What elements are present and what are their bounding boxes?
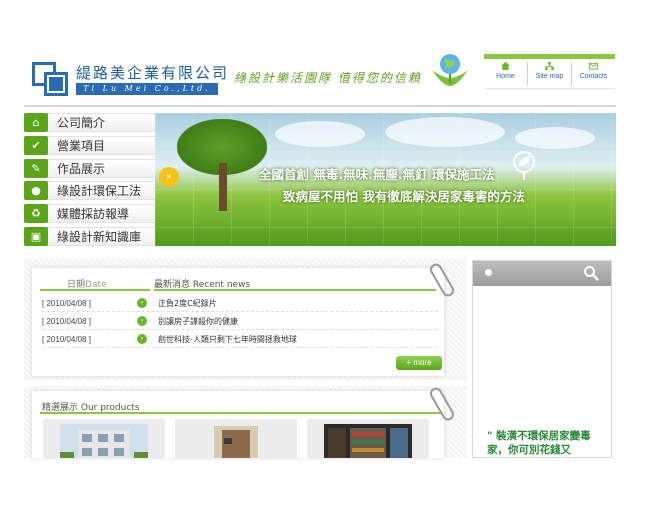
main-menu: ⌂ 公司簡介 ✔ 營業項目 ✎ 作品展示 ● 綠設計環保工法 ♻ 媒體採訪報導 … [24, 113, 171, 250]
menu-item-label: 綠設計環保工法 [57, 184, 142, 199]
products-panel: 精選展示 Our products [24, 385, 466, 458]
hero-banner: » 全國首創 無毒.無味.無塵.無釘 環保施工法 致病屋不用怕 我有徹底解決居家… [155, 113, 616, 246]
menu-item-about[interactable]: ⌂ 公司簡介 [24, 113, 171, 132]
globe-leaf-icon [432, 54, 468, 86]
menu-item-portfolio[interactable]: ✎ 作品展示 [24, 158, 171, 178]
news-row[interactable]: [ 2010/04/08 ] › 創世科技-人類只剩下七年時間拯救地球 [42, 331, 438, 348]
news-row[interactable]: [ 2010/04/08 ] › 正負2度C紀錄片 [42, 295, 438, 312]
sitemap-icon [545, 62, 554, 70]
mail-icon [589, 62, 598, 70]
banner-subheadline: 致病屋不用怕 我有徹底解決居家毒害的方法 [283, 189, 525, 204]
topnav-home-label: Home [496, 73, 515, 80]
shelf-image [324, 424, 412, 458]
menu-item-knowledge[interactable]: ▣ 綠設計新知識庫 [24, 226, 171, 246]
building-image [60, 424, 148, 458]
sidebar-promo-text[interactable]: " 裝潢不環保居家變毒家，你可別花錢又 [487, 429, 607, 457]
topnav-sitemap-label: Site map [535, 73, 564, 80]
check-icon: ✔ [24, 135, 48, 155]
products-underline [40, 412, 442, 414]
menu-item-label: 作品展示 [57, 161, 106, 176]
eco-leaf-icon [513, 151, 535, 180]
header-divider [24, 105, 616, 107]
search-icon[interactable] [583, 265, 599, 281]
news-date: [ 2010/04/08 ] [42, 335, 91, 344]
company-name: 緹路美企業有限公司 [76, 64, 230, 82]
lock-icon: ▣ [24, 226, 48, 246]
menu-item-green-methods[interactable]: ● 綠設計環保工法 [24, 181, 171, 201]
news-title-link[interactable]: 正負2度C紀錄片 [158, 298, 217, 309]
banner-headline: 全國首創 無毒.無味.無塵.無釘 環保施工法 [259, 167, 495, 182]
product-thumbnail[interactable] [43, 419, 165, 458]
news-row[interactable]: [ 2010/04/08 ] › 別讓房子謀殺你的健康 [42, 313, 438, 330]
topnav-divider [484, 88, 615, 89]
sidebar-panel: " 裝潢不環保居家變毒家，你可別花錢又 [472, 260, 612, 458]
topnav-accent-bar [484, 54, 615, 59]
bullet-arrow-icon: › [137, 316, 147, 326]
product-thumbnail[interactable] [307, 419, 429, 458]
wrench-icon: ✎ [24, 158, 48, 178]
menu-item-media[interactable]: ♻ 媒體採訪報導 [24, 204, 171, 224]
topnav-home[interactable]: Home [484, 62, 528, 86]
news-title-underline [154, 289, 436, 291]
news-panel: 日期Date 最新消息 Recent news [ 2010/04/08 ] ›… [24, 258, 466, 380]
topnav-sitemap[interactable]: Site map [528, 62, 572, 86]
company-english-name: Ti Lu Mei Co.,Ltd. [76, 83, 218, 95]
topnav-contacts-label: Contacts [579, 73, 608, 80]
products-card: 精選展示 Our products [32, 391, 444, 458]
news-date: [ 2010/04/08 ] [42, 317, 91, 326]
home-icon [501, 62, 510, 70]
menu-item-label: 營業項目 [57, 138, 106, 153]
news-date: [ 2010/04/08 ] [42, 299, 91, 308]
news-title-link[interactable]: 別讓房子謀殺你的健康 [158, 316, 238, 327]
menu-item-label: 綠設計新知識庫 [57, 229, 142, 244]
more-news-button[interactable]: + more [396, 356, 442, 370]
sun-icon[interactable]: » [159, 167, 179, 187]
tree-trunk [219, 163, 227, 211]
bullet-arrow-icon: › [137, 334, 147, 344]
sidebar-bullet-icon [485, 269, 492, 276]
news-date-underline [40, 289, 150, 291]
top-navigation: Home Site map Contacts [484, 62, 615, 86]
topnav-contacts[interactable]: Contacts [572, 62, 615, 86]
product-thumbnail[interactable] [175, 419, 297, 458]
slogan-reflection: 綠設計樂活園隊 值得您的信賴 [234, 78, 422, 85]
person-icon: ● [24, 181, 48, 201]
interior-image [192, 424, 280, 458]
news-card: 日期Date 最新消息 Recent news [ 2010/04/08 ] ›… [32, 268, 444, 376]
recycle-icon: ♻ [24, 204, 48, 224]
menu-item-label: 公司簡介 [57, 116, 106, 130]
company-logo[interactable] [32, 62, 70, 96]
home-icon: ⌂ [24, 113, 48, 132]
menu-item-services[interactable]: ✔ 營業項目 [24, 135, 171, 155]
menu-item-label: 媒體採訪報導 [57, 207, 130, 222]
bullet-arrow-icon: › [137, 298, 147, 308]
sidebar-header [473, 261, 611, 286]
news-title-link[interactable]: 創世科技-人類只剩下七年時間拯救地球 [158, 334, 297, 345]
